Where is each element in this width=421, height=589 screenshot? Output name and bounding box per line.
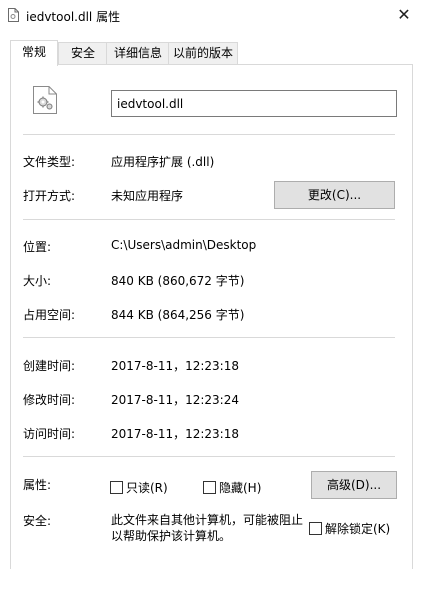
security-label: 安全: (23, 514, 52, 528)
accessed-label: 访问时间: (23, 427, 76, 441)
checkbox-box[interactable] (110, 481, 123, 494)
location-label: 位置: (23, 240, 52, 254)
separator (23, 456, 395, 457)
size-label: 大小: (23, 274, 52, 288)
checkbox-box[interactable] (309, 522, 322, 535)
dll-file-icon (8, 8, 19, 22)
advanced-button[interactable]: 高级(D)... (311, 471, 397, 499)
dll-gear-file-icon (33, 86, 57, 114)
close-button[interactable]: ✕ (387, 0, 421, 31)
hidden-checkbox[interactable]: 隐藏(H) (203, 479, 261, 496)
hidden-label: 隐藏(H) (219, 481, 262, 495)
readonly-checkbox[interactable]: 只读(R) (110, 479, 168, 496)
checkbox-box[interactable] (203, 481, 216, 494)
change-button[interactable]: 更改(C)... (274, 181, 395, 209)
separator (23, 219, 395, 220)
size-on-disk-label: 占用空间: (23, 308, 76, 322)
accessed-value: 2017-8-11，12:23:18 (111, 427, 239, 441)
location-value: C:\Users\admin\Desktop (111, 238, 257, 252)
security-note: 此文件来自其他计算机，可能被阻止以帮助保护该计算机。 (111, 513, 304, 543)
general-panel: iedvtool.dll 文件类型: 应用程序扩展 (.dll) 打开方式: 未… (10, 64, 413, 570)
file-name-field[interactable]: iedvtool.dll (111, 90, 397, 117)
file-type-value: 应用程序扩展 (.dll) (111, 155, 215, 169)
modified-label: 修改时间: (23, 393, 76, 407)
opens-with-value: 未知应用程序 (111, 189, 184, 203)
separator (23, 337, 395, 338)
title-bar: iedvtool.dll 属性 ✕ (0, 0, 421, 31)
separator (23, 134, 395, 135)
opens-with-label: 打开方式: (23, 189, 76, 203)
attributes-label: 属性: (23, 478, 52, 492)
tab-general[interactable]: 常规 (10, 40, 58, 66)
file-type-label: 文件类型: (23, 155, 76, 169)
created-value: 2017-8-11，12:23:18 (111, 359, 239, 373)
unblock-label: 解除锁定(K) (325, 522, 391, 536)
tab-details[interactable]: 详细信息 (106, 42, 170, 64)
close-icon: ✕ (397, 5, 411, 24)
unblock-checkbox[interactable]: 解除锁定(K) (309, 520, 390, 537)
readonly-label: 只读(R) (126, 481, 168, 495)
size-on-disk-value: 844 KB (864,256 字节) (111, 308, 245, 322)
tab-security[interactable]: 安全 (58, 42, 108, 64)
tab-previous-versions[interactable]: 以前的版本 (168, 42, 238, 64)
window-title: iedvtool.dll 属性 (26, 10, 121, 24)
created-label: 创建时间: (23, 359, 76, 373)
modified-value: 2017-8-11，12:23:24 (111, 393, 239, 407)
window-bottom (0, 569, 421, 589)
size-value: 840 KB (860,672 字节) (111, 274, 245, 288)
